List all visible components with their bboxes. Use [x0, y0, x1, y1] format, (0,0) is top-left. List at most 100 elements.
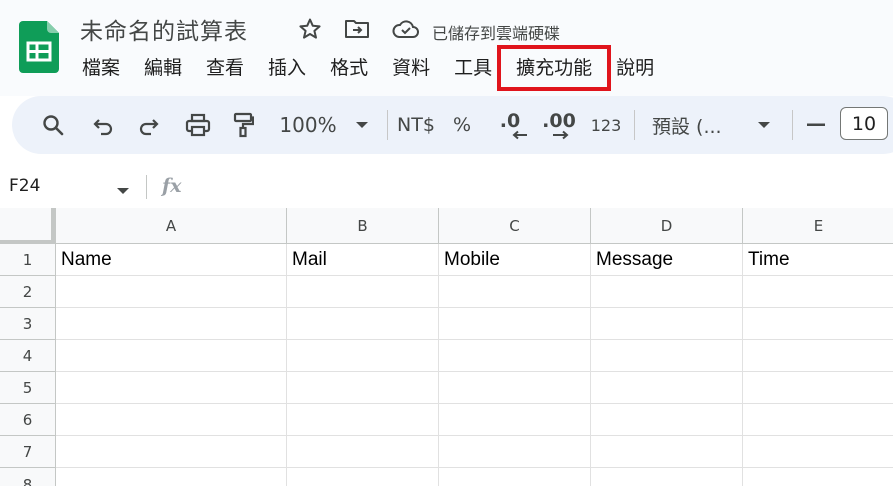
cell-e1[interactable]: Time	[743, 244, 893, 276]
column-header-a[interactable]: A	[56, 208, 287, 244]
cell-d1[interactable]: Message	[591, 244, 743, 276]
google-sheets-window: 未命名的試算表 已儲存到雲端硬碟 檔案 編輯 查看 插入 格式 資料 工具 擴充…	[0, 0, 893, 486]
select-all-corner[interactable]	[0, 208, 56, 244]
row-header[interactable]: 1	[0, 244, 56, 276]
cell-b6[interactable]	[287, 404, 439, 436]
cell-a5[interactable]	[56, 372, 287, 404]
cell-c1[interactable]: Mobile	[439, 244, 591, 276]
menu-data[interactable]: 資料	[380, 52, 442, 84]
menu-help[interactable]: 說明	[604, 52, 666, 84]
cell-e5[interactable]	[743, 372, 893, 404]
print-icon[interactable]	[180, 96, 216, 154]
search-icon[interactable]	[36, 96, 70, 154]
cell-d4[interactable]	[591, 340, 743, 372]
row-header[interactable]: 6	[0, 404, 56, 436]
row-header[interactable]: 3	[0, 308, 56, 340]
document-title[interactable]: 未命名的試算表	[80, 12, 248, 46]
cell-b8[interactable]	[287, 468, 439, 486]
minus-icon[interactable]	[802, 96, 830, 154]
decrease-decimal-button[interactable]: .0	[490, 96, 530, 154]
chevron-down-icon[interactable]	[116, 181, 130, 200]
cell-c3[interactable]	[439, 308, 591, 340]
chevron-down-icon[interactable]	[752, 96, 776, 154]
cell-b7[interactable]	[287, 436, 439, 468]
cell-b1[interactable]: Mail	[287, 244, 439, 276]
column-header-c[interactable]: C	[439, 208, 591, 244]
number-format-label: 123	[590, 115, 622, 135]
cell-a6[interactable]	[56, 404, 287, 436]
decrease-decimal-label: .0	[499, 110, 521, 132]
percent-format-button[interactable]: %	[448, 96, 476, 154]
cell-a3[interactable]	[56, 308, 287, 340]
menu-file[interactable]: 檔案	[70, 52, 132, 84]
paint-format-icon[interactable]	[226, 96, 260, 154]
more-formats-button[interactable]: 123	[588, 96, 624, 154]
sheets-logo-icon[interactable]	[19, 21, 59, 73]
toolbar-divider	[792, 110, 793, 140]
toolbar: 100% NT$ % .0 .00 123 預設 (... 10	[12, 96, 893, 154]
row-header[interactable]: 7	[0, 436, 56, 468]
cell-b4[interactable]	[287, 340, 439, 372]
cell-c8[interactable]	[439, 468, 591, 486]
cell-c5[interactable]	[439, 372, 591, 404]
cell-e7[interactable]	[743, 436, 893, 468]
cell-e8[interactable]	[743, 468, 893, 486]
zoom-select[interactable]: 100%	[276, 96, 340, 154]
menu-insert[interactable]: 插入	[256, 52, 318, 84]
cell-d6[interactable]	[591, 404, 743, 436]
star-icon[interactable]	[297, 16, 323, 42]
cell-a4[interactable]	[56, 340, 287, 372]
column-header-d[interactable]: D	[591, 208, 743, 244]
cell-d5[interactable]	[591, 372, 743, 404]
cell-a2[interactable]	[56, 276, 287, 308]
undo-icon[interactable]	[86, 96, 120, 154]
increase-decimal-button[interactable]: .00	[536, 96, 582, 154]
increase-decimal-label: .00	[542, 110, 576, 132]
cell-d7[interactable]	[591, 436, 743, 468]
formula-input[interactable]	[196, 172, 886, 202]
currency-label: NT$	[397, 114, 435, 136]
cell-b5[interactable]	[287, 372, 439, 404]
menu-edit[interactable]: 編輯	[132, 52, 194, 84]
cell-b3[interactable]	[287, 308, 439, 340]
arrow-left-icon	[512, 130, 527, 140]
row-header[interactable]: 4	[0, 340, 56, 372]
redo-icon[interactable]	[132, 96, 166, 154]
font-select[interactable]: 預設 (...	[652, 96, 732, 154]
column-header-b[interactable]: B	[287, 208, 439, 244]
move-folder-icon[interactable]	[344, 16, 370, 42]
cell-a1[interactable]: Name	[56, 244, 287, 276]
formula-divider	[146, 175, 147, 199]
cloud-saved-icon[interactable]	[391, 16, 421, 42]
toolbar-divider	[387, 110, 388, 140]
menu-tools[interactable]: 工具	[442, 52, 504, 84]
cell-d8[interactable]	[591, 468, 743, 486]
row-header[interactable]: 8	[0, 468, 56, 486]
menu-format[interactable]: 格式	[318, 52, 380, 84]
chevron-down-icon[interactable]	[350, 96, 374, 154]
zoom-value: 100%	[279, 113, 337, 137]
cell-a8[interactable]	[56, 468, 287, 486]
cell-e6[interactable]	[743, 404, 893, 436]
menu-view[interactable]: 查看	[194, 52, 256, 84]
cell-e4[interactable]	[743, 340, 893, 372]
currency-format-button[interactable]: NT$	[394, 96, 438, 154]
name-box[interactable]: F24	[9, 176, 40, 196]
formula-bar: F24 fx	[0, 166, 893, 208]
cell-c7[interactable]	[439, 436, 591, 468]
font-size-input[interactable]: 10	[840, 107, 888, 140]
cell-c2[interactable]	[439, 276, 591, 308]
cell-c4[interactable]	[439, 340, 591, 372]
cell-b2[interactable]	[287, 276, 439, 308]
row-header[interactable]: 2	[0, 276, 56, 308]
cell-d2[interactable]	[591, 276, 743, 308]
save-status[interactable]: 已儲存到雲端硬碟	[432, 20, 560, 44]
menu-extensions[interactable]: 擴充功能	[497, 45, 612, 91]
cell-c6[interactable]	[439, 404, 591, 436]
row-header[interactable]: 5	[0, 372, 56, 404]
cell-a7[interactable]	[56, 436, 287, 468]
cell-d3[interactable]	[591, 308, 743, 340]
cell-e2[interactable]	[743, 276, 893, 308]
column-header-e[interactable]: E	[743, 208, 893, 244]
cell-e3[interactable]	[743, 308, 893, 340]
